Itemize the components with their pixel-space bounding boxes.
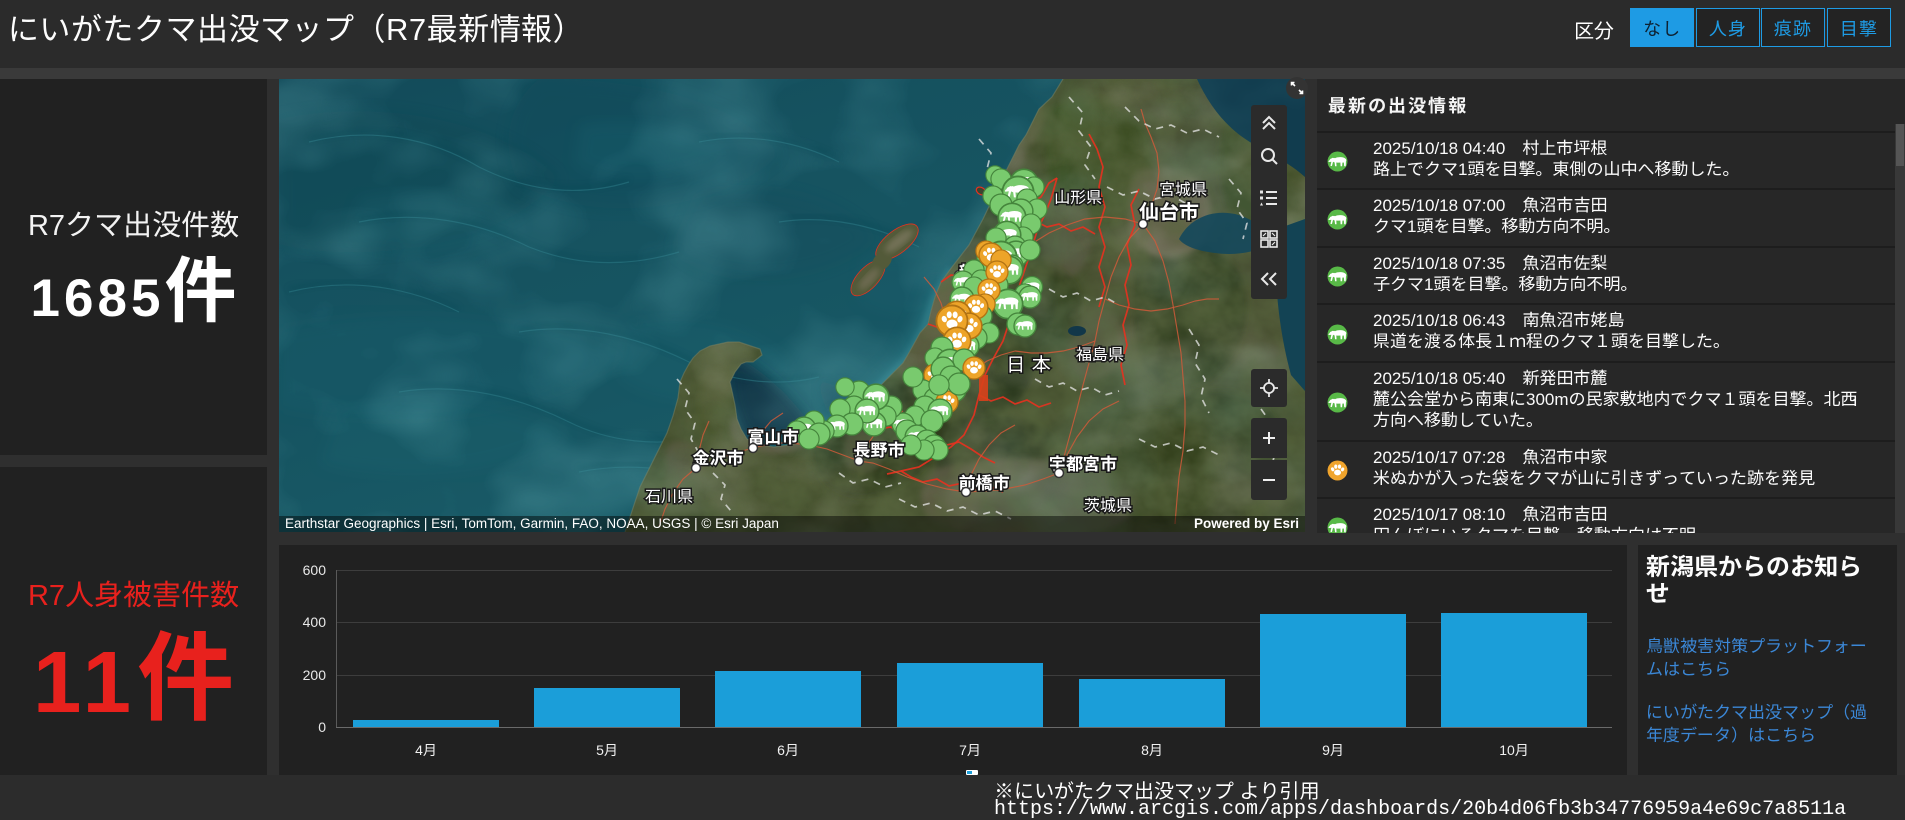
svg-text:仙台市: 仙台市 (1139, 201, 1199, 224)
svg-text:山形県: 山形県 (1054, 189, 1102, 207)
svg-text:石川県: 石川県 (645, 489, 693, 506)
svg-text:福島県: 福島県 (1076, 346, 1124, 364)
svg-text:宮城県: 宮城県 (1159, 181, 1207, 199)
svg-text:茨城県: 茨城県 (1084, 497, 1132, 515)
svg-text:日本: 日本 (1006, 355, 1058, 376)
